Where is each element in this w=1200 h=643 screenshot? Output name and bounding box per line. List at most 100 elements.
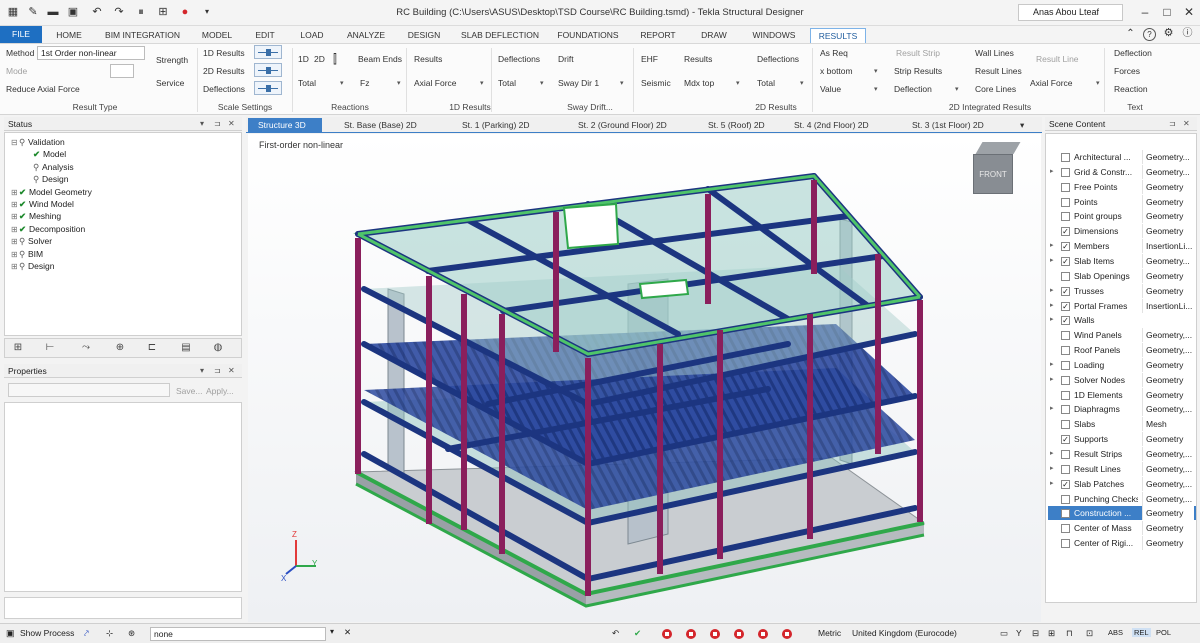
scene-content-row[interactable]: ▸ ✓ Slab Items Geometry... xyxy=(1048,253,1196,268)
scene-content-row[interactable]: ▸ Diaphragms Geometry,... xyxy=(1048,402,1196,417)
undo-status-icon[interactable]: ↶ xyxy=(612,628,619,639)
deflection-text-button[interactable]: Deflection xyxy=(1114,48,1152,58)
axes-icon[interactable]: ⤤ xyxy=(84,628,89,639)
scene-content-row[interactable]: Point groups Geometry xyxy=(1048,209,1196,224)
scene-item-type[interactable]: Geometry,... xyxy=(1142,402,1194,417)
tab-model[interactable]: MODEL xyxy=(197,28,237,43)
expand-icon[interactable]: ▸ xyxy=(1050,447,1054,461)
scene-content-row[interactable]: ▸ ✓ Slab Patches Geometry,... xyxy=(1048,476,1196,491)
deflections-total-select[interactable]: Total xyxy=(498,78,516,88)
grid-toggle-icon[interactable]: ⊞ xyxy=(1048,628,1055,639)
result-lines-button[interactable]: Result Lines xyxy=(975,66,1022,76)
scene-item-type[interactable]: Geometry xyxy=(1142,521,1194,536)
settings-icon[interactable]: ⊡ xyxy=(1086,628,1093,639)
axial-force-2d-select[interactable]: Axial Force xyxy=(1030,78,1073,88)
expand-icon[interactable]: ▸ xyxy=(1050,284,1054,298)
scene-content-row[interactable]: Slab Openings Geometry xyxy=(1048,268,1196,283)
user-account[interactable]: Anas Abou Lteaf xyxy=(1018,4,1123,21)
visibility-checkbox[interactable] xyxy=(1061,167,1070,177)
visibility-checkbox[interactable] xyxy=(1061,539,1070,549)
close-icon[interactable]: ✕ xyxy=(1180,4,1198,20)
ehf-button[interactable]: EHF xyxy=(641,54,658,64)
deflections-2d-total-select[interactable]: Total xyxy=(757,78,775,88)
scene-item-type[interactable]: Geometry xyxy=(1142,372,1194,387)
scene-item-type[interactable]: InsertionLi... xyxy=(1142,298,1194,313)
help-icon[interactable]: ? xyxy=(1143,28,1156,41)
tab-load[interactable]: LOAD xyxy=(294,28,330,43)
scene-item-type[interactable]: Geometry xyxy=(1142,179,1194,194)
scene-item-type[interactable]: Geometry,... xyxy=(1142,461,1194,476)
lock-icon[interactable]: ⊕ xyxy=(113,341,127,355)
ruler-icon[interactable]: ⊟ xyxy=(1032,628,1039,639)
region-label[interactable]: United Kingdom (Eurocode) xyxy=(852,628,957,638)
tab-report[interactable]: REPORT xyxy=(635,28,681,43)
stop-icon[interactable] xyxy=(734,629,744,639)
visibility-checkbox[interactable] xyxy=(1061,494,1070,504)
view-icon[interactable]: ▭ xyxy=(1000,628,1008,639)
report-icon[interactable]: ▤ xyxy=(179,341,193,355)
visibility-checkbox[interactable] xyxy=(1061,331,1070,341)
pin-icon[interactable]: ⊐ xyxy=(214,117,221,131)
snap-y-icon[interactable]: Y xyxy=(1016,628,1022,638)
expand-icon[interactable]: ▸ xyxy=(1050,165,1054,179)
reactions-fz-select[interactable]: Fz xyxy=(360,78,369,88)
visibility-checkbox[interactable] xyxy=(1061,524,1070,534)
visibility-checkbox[interactable] xyxy=(1061,464,1070,474)
globe-icon[interactable]: ◍ xyxy=(211,341,225,355)
scene-item-type[interactable]: Geometry xyxy=(1142,224,1194,239)
scene-item-type[interactable]: Geometry xyxy=(1142,194,1194,209)
lock-icon[interactable]: ⊓ xyxy=(1066,628,1073,639)
visibility-checkbox[interactable] xyxy=(1061,375,1070,385)
tab-st-2-ground-floor-2d[interactable]: St. 2 (Ground Floor) 2D xyxy=(568,118,696,133)
stop-icon[interactable] xyxy=(782,629,792,639)
scene-item-type[interactable]: Geometry,... xyxy=(1142,476,1194,491)
tab-bim-integration[interactable]: BIM INTEGRATION xyxy=(100,28,185,43)
results-2d-button[interactable]: Results xyxy=(684,54,712,64)
panel-menu-icon[interactable]: ▾ xyxy=(200,364,204,378)
apply-button[interactable]: Apply... xyxy=(206,386,234,396)
visibility-checkbox[interactable] xyxy=(1061,390,1070,400)
scene-item-type[interactable]: Geometry xyxy=(1142,283,1194,298)
building-model[interactable] xyxy=(248,134,1041,622)
axial-force-select[interactable]: Axial Force xyxy=(414,78,457,88)
value-select[interactable]: Value xyxy=(820,84,841,94)
scene-item-type[interactable]: Geometry xyxy=(1142,387,1194,402)
scene-content-row[interactable]: ▸ Result Lines Geometry,... xyxy=(1048,461,1196,476)
status-tree-item[interactable]: ⊟⚲ Validation xyxy=(11,136,65,148)
visibility-checkbox[interactable] xyxy=(1061,212,1070,222)
tab-st-4-2nd-floor-2d[interactable]: St. 4 (2nd Floor) 2D xyxy=(784,118,896,133)
tab-st-3-1st-floor-2d[interactable]: St. 3 (1st Floor) 2D xyxy=(902,118,1012,133)
reduce-axial-force-button[interactable]: Reduce Axial Force xyxy=(6,84,80,94)
scene-item-type[interactable]: Geometry,... xyxy=(1142,447,1194,461)
scene-content-row[interactable]: Architectural ... Geometry... xyxy=(1048,150,1196,164)
mdx-top-select[interactable]: Mdx top xyxy=(684,78,714,88)
visibility-checkbox[interactable]: ✓ xyxy=(1061,435,1070,445)
tab-windows[interactable]: WINDOWS xyxy=(746,28,802,43)
result-strip-button[interactable]: Result Strip xyxy=(896,48,940,58)
scene-content-row[interactable]: Points Geometry xyxy=(1048,194,1196,209)
expand-icon[interactable]: ▸ xyxy=(1050,373,1054,387)
model-tree-icon[interactable]: ⊞ xyxy=(11,341,25,355)
results-1d-button[interactable]: Results xyxy=(414,54,442,64)
visibility-checkbox[interactable] xyxy=(1061,420,1070,430)
expand-icon[interactable]: ⊞ xyxy=(11,261,19,273)
deflection-select[interactable]: Deflection xyxy=(894,84,932,94)
scene-item-type[interactable]: Geometry,... xyxy=(1142,491,1194,506)
scene-content-row[interactable]: ▸ Loading Geometry xyxy=(1048,357,1196,372)
structure-icon[interactable]: ⊢ xyxy=(43,341,57,355)
close-icon[interactable]: ✕ xyxy=(1183,117,1190,131)
scene-item-type[interactable]: Mesh xyxy=(1142,417,1194,432)
tab-foundations[interactable]: FOUNDATIONS xyxy=(553,28,623,43)
method-select[interactable]: 1st Order non-linear xyxy=(37,46,145,60)
results-1d-scale-slider[interactable] xyxy=(254,45,282,59)
scene-item-type[interactable]: Geometry xyxy=(1142,536,1194,551)
scene-content-row[interactable]: Wind Panels Geometry,... xyxy=(1048,328,1196,343)
2d-button[interactable]: 2D xyxy=(314,54,325,64)
status-tree-item[interactable]: ⊞✔ Wind Model xyxy=(11,198,74,210)
groups-icon[interactable]: ⊏ xyxy=(145,341,159,355)
scene-content-row[interactable]: 1D Elements Geometry xyxy=(1048,387,1196,402)
mode-select[interactable] xyxy=(110,64,134,78)
tab-edit[interactable]: EDIT xyxy=(248,28,282,43)
strip-results-button[interactable]: Strip Results xyxy=(894,66,942,76)
scene-content-row[interactable]: Free Points Geometry xyxy=(1048,179,1196,194)
